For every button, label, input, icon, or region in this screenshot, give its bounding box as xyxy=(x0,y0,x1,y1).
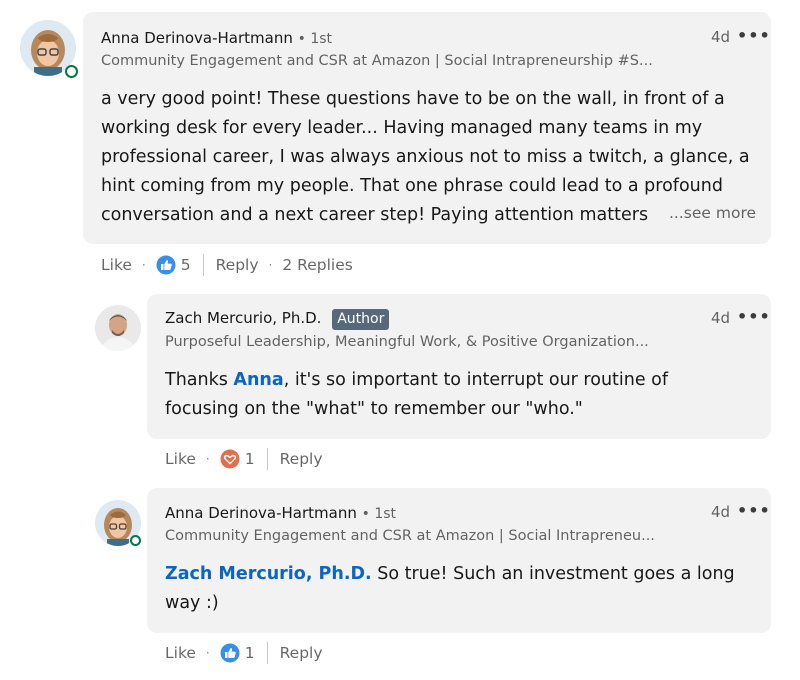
reply-text: Zach Mercurio, Ph.D. So true! Such an in… xyxy=(165,560,745,618)
reply-button[interactable]: Reply xyxy=(216,256,259,274)
separator-dot: · xyxy=(205,646,210,660)
reactions-count[interactable]: 1 xyxy=(220,449,255,469)
divider xyxy=(202,254,204,276)
comment-bubble: Anna Derinova-Hartmann • 1st Community E… xyxy=(83,12,771,244)
mention-link[interactable]: Anna xyxy=(233,370,283,390)
reply-avatar[interactable] xyxy=(95,305,141,351)
author-name-text[interactable]: Anna Derinova-Hartmann xyxy=(165,504,357,522)
thumbs-up-icon xyxy=(220,643,240,663)
divider xyxy=(266,448,268,470)
reply-button[interactable]: Reply xyxy=(280,450,323,468)
separator-dot: · xyxy=(205,452,210,466)
author-headline: Community Engagement and CSR at Amazon |… xyxy=(101,53,653,69)
reaction-count-text: 5 xyxy=(180,256,191,274)
author-name-text[interactable]: Anna Derinova-Hartmann xyxy=(101,29,293,47)
divider xyxy=(266,642,268,664)
more-options-icon[interactable]: ••• xyxy=(737,501,771,520)
online-status-icon xyxy=(65,65,78,78)
separator-dot: · xyxy=(268,258,273,272)
reply-timestamp: 4d xyxy=(711,309,731,327)
like-button[interactable]: Like xyxy=(101,256,132,274)
reply-actions: Like · 1 Reply xyxy=(165,447,323,471)
reactions-count[interactable]: 5 xyxy=(156,255,191,275)
reply-actions: Like · 1 Reply xyxy=(165,641,323,665)
like-button[interactable]: Like xyxy=(165,644,196,662)
author-badge: Author xyxy=(332,309,390,330)
comment-text: a very good point! These questions have … xyxy=(101,89,750,225)
reply-timestamp: 4d xyxy=(711,503,731,521)
reply-author-name[interactable]: Anna Derinova-Hartmann • 1st xyxy=(165,504,396,522)
see-more-link[interactable]: ...see more xyxy=(665,204,757,222)
heart-icon xyxy=(220,449,240,469)
author-headline: Purposeful Leadership, Meaningful Work, … xyxy=(165,334,649,350)
connection-degree: • 1st xyxy=(297,31,333,47)
separator-dot: · xyxy=(141,258,146,272)
author-name-text[interactable]: Zach Mercurio, Ph.D. xyxy=(165,309,321,327)
connection-degree: • 1st xyxy=(361,506,397,522)
reply-button[interactable]: Reply xyxy=(280,644,323,662)
thumbs-up-icon xyxy=(156,255,176,275)
reply-author-name[interactable]: Zach Mercurio, Ph.D. Author xyxy=(165,309,390,330)
reaction-count-text: 1 xyxy=(244,450,255,468)
reply-text: Thanks Anna, it's so important to interr… xyxy=(165,366,745,424)
reaction-count-text: 1 xyxy=(244,644,255,662)
reply-bubble: Zach Mercurio, Ph.D. Author Purposeful L… xyxy=(147,294,771,439)
comment-actions: Like · 5 Reply · 2 Replies xyxy=(101,253,353,277)
reactions-count[interactable]: 1 xyxy=(220,643,255,663)
more-options-icon[interactable]: ••• xyxy=(737,307,771,326)
online-status-icon xyxy=(130,535,141,546)
comment-timestamp: 4d xyxy=(711,28,731,46)
mention-link[interactable]: Zach Mercurio, Ph.D. xyxy=(165,564,372,584)
replies-count-link[interactable]: 2 Replies xyxy=(282,256,352,274)
reply-text-start: Thanks xyxy=(165,370,234,390)
more-options-icon[interactable]: ••• xyxy=(737,26,771,45)
like-button[interactable]: Like xyxy=(165,450,196,468)
comment-author-name[interactable]: Anna Derinova-Hartmann • 1st xyxy=(101,29,332,47)
reply-bubble: Anna Derinova-Hartmann • 1st Community E… xyxy=(147,488,771,633)
author-headline: Community Engagement and CSR at Amazon |… xyxy=(165,528,655,544)
